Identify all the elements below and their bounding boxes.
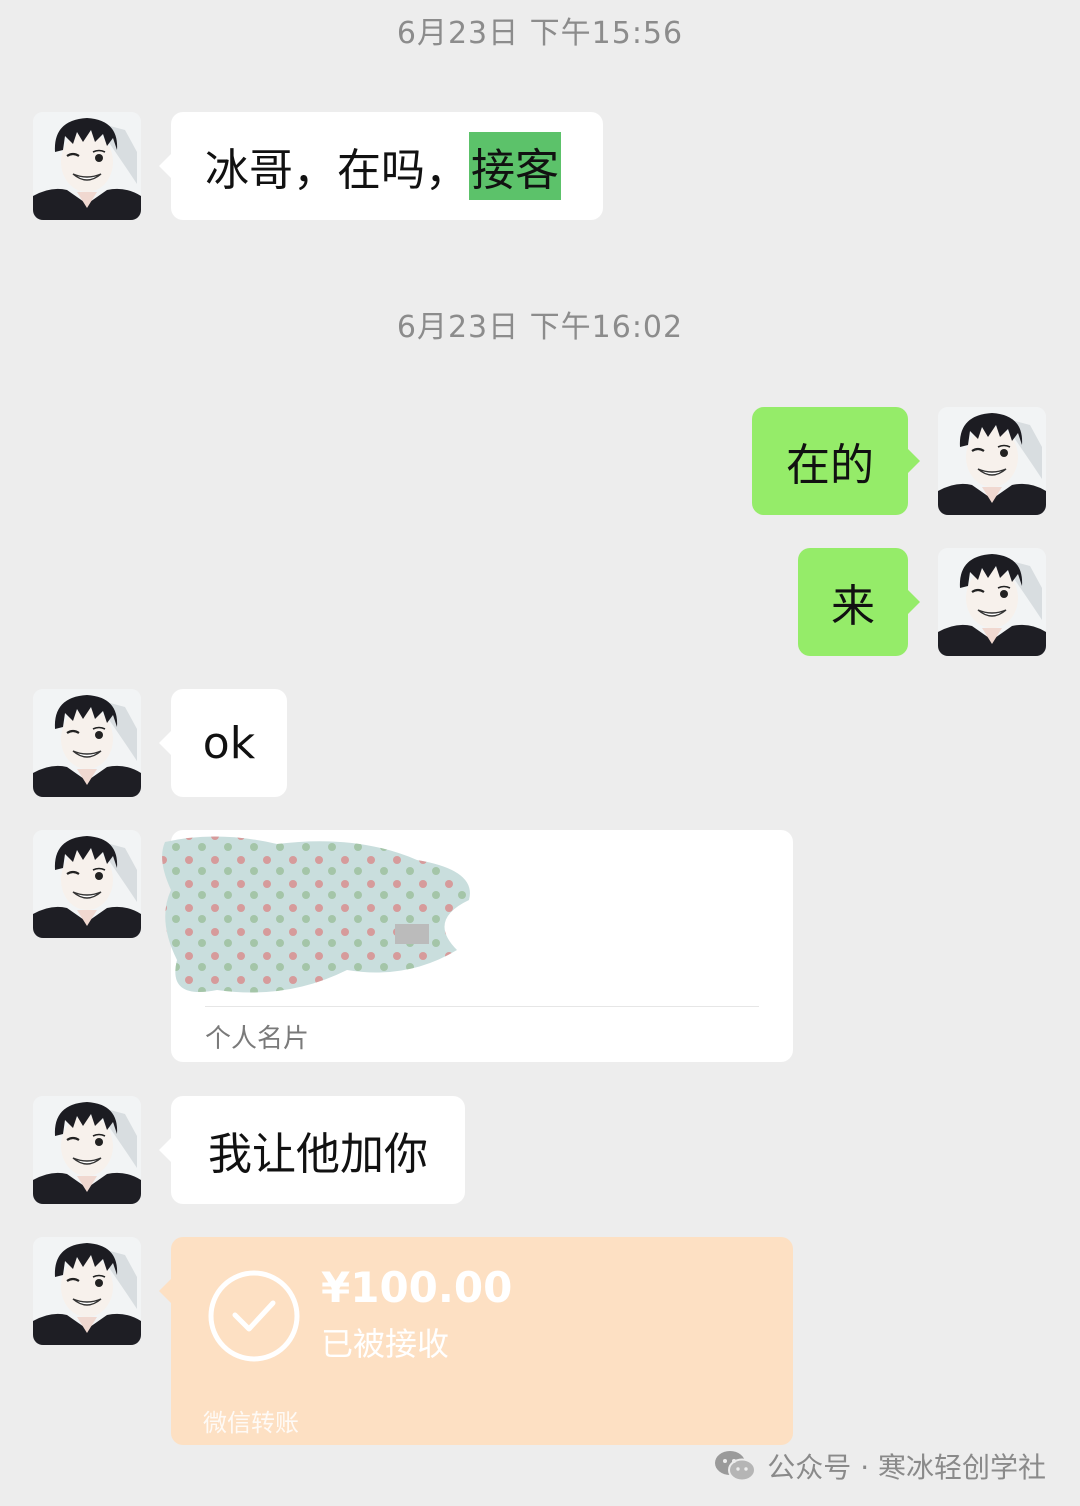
transfer-card[interactable]: ¥100.00 已被接收 微信转账	[159, 1237, 793, 1445]
card-divider	[205, 1006, 759, 1007]
message-text: 冰哥，在吗，	[205, 145, 469, 196]
avatar[interactable]	[33, 689, 141, 797]
avatar-image	[938, 407, 1046, 515]
message-text: 在的	[786, 440, 874, 491]
avatar-image	[938, 548, 1046, 656]
timestamp: 6月23日 下午15:56	[396, 16, 684, 51]
highlighted-text: 接客	[469, 132, 561, 200]
transfer-status: 已被接收	[321, 1325, 450, 1363]
avatar-image	[33, 689, 141, 797]
avatar-image	[33, 830, 141, 938]
check-circle-icon	[208, 1270, 300, 1362]
message-bubble-incoming[interactable]: ok	[159, 689, 287, 797]
transfer-amount: ¥100.00	[321, 1263, 513, 1312]
watermark-text: 公众号 · 寒冰轻创学社	[767, 1451, 1046, 1484]
message-bubble-outgoing[interactable]: 来	[798, 548, 920, 656]
avatar-image	[33, 1096, 141, 1204]
message-bubble-incoming[interactable]: 我让他加你	[159, 1096, 465, 1204]
message-bubble-incoming[interactable]: 冰哥，在吗， 接客	[159, 112, 603, 220]
message-text: 来	[831, 581, 875, 632]
message-bubble-outgoing[interactable]: 在的	[752, 407, 920, 515]
timestamp: 6月23日 下午16:02	[396, 310, 684, 345]
avatar[interactable]	[938, 407, 1046, 515]
transfer-source-label: 微信转账	[203, 1409, 299, 1437]
avatar[interactable]	[938, 548, 1046, 656]
avatar[interactable]	[33, 1237, 141, 1345]
wechat-logo-icon	[715, 1451, 757, 1482]
avatar[interactable]	[33, 830, 141, 938]
message-text: ok	[202, 717, 256, 769]
redaction-blur	[162, 836, 470, 993]
watermark: 公众号 · 寒冰轻创学社	[713, 1446, 1046, 1486]
avatar-image	[33, 1237, 141, 1345]
avatar[interactable]	[33, 112, 141, 220]
card-type-label: 个人名片	[205, 1024, 310, 1054]
avatar-image	[33, 112, 141, 220]
contact-card[interactable]: 个人名片	[162, 830, 793, 1062]
message-text: 我让他加你	[208, 1129, 428, 1180]
avatar[interactable]	[33, 1096, 141, 1204]
